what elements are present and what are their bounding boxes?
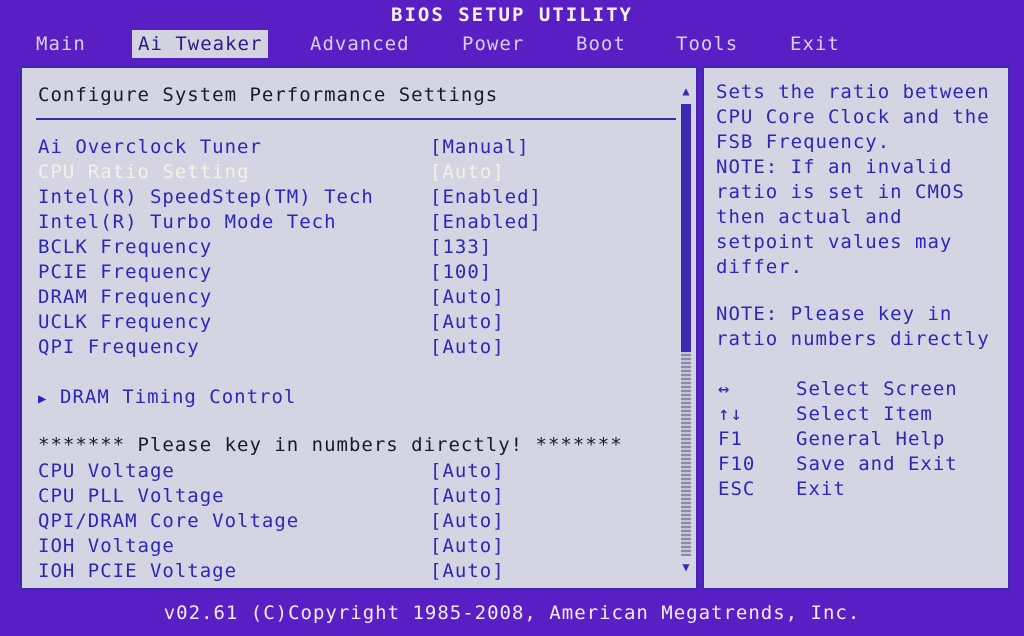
key-hint-select-screen: ↔ Select Screen xyxy=(718,378,998,403)
setting-bclk-frequency[interactable]: BCLK Frequency [133] xyxy=(38,236,678,260)
setting-qpi-frequency[interactable]: QPI Frequency [Auto] xyxy=(38,336,678,360)
tab-boot[interactable]: Boot xyxy=(570,30,632,58)
setting-value: [100] xyxy=(430,261,493,283)
setting-label: Intel(R) SpeedStep(TM) Tech xyxy=(38,186,374,208)
setting-pcie-frequency[interactable]: PCIE Frequency [100] xyxy=(38,261,678,285)
key-description: Save and Exit xyxy=(796,453,958,475)
setting-dram-frequency[interactable]: DRAM Frequency [Auto] xyxy=(38,286,678,310)
setting-value: [Auto] xyxy=(430,510,505,532)
menu-bar: Main Ai Tweaker Advanced Power Boot Tool… xyxy=(18,30,1010,58)
arrows-left-right-icon: ↔ xyxy=(718,378,731,400)
setting-cpu-pll-voltage[interactable]: CPU PLL Voltage [Auto] xyxy=(38,485,678,509)
settings-panel: Configure System Performance Settings Ai… xyxy=(20,66,698,590)
tab-exit[interactable]: Exit xyxy=(784,30,846,58)
section-title: Configure System Performance Settings xyxy=(38,84,499,106)
setting-speedstep[interactable]: Intel(R) SpeedStep(TM) Tech [Enabled] xyxy=(38,186,678,210)
submenu-label: DRAM Timing Control xyxy=(60,386,297,408)
setting-label: QPI/DRAM Core Voltage xyxy=(38,510,300,532)
key-description: Select Item xyxy=(796,403,933,425)
setting-value: [Auto] xyxy=(430,560,505,582)
key-name: F1 xyxy=(718,428,743,450)
key-description: General Help xyxy=(796,428,946,450)
scroll-thumb[interactable] xyxy=(681,104,691,352)
triangle-right-icon: ▶ xyxy=(38,391,48,407)
setting-label: CPU Voltage xyxy=(38,460,175,482)
tab-power[interactable]: Power xyxy=(456,30,530,58)
setting-value: [Auto] xyxy=(430,161,505,183)
key-hint-save-exit: F10 Save and Exit xyxy=(718,453,998,478)
setting-value: [Enabled] xyxy=(430,186,542,208)
scroll-up-icon[interactable]: ▲ xyxy=(678,84,694,98)
tab-ai-tweaker[interactable]: Ai Tweaker xyxy=(132,30,269,58)
setting-label: UCLK Frequency xyxy=(38,311,213,333)
setting-ioh-voltage[interactable]: IOH Voltage [Auto] xyxy=(38,535,678,559)
help-panel: Sets the ratio between CPU Core Clock an… xyxy=(702,66,1010,590)
key-name: F10 xyxy=(718,453,756,475)
scrollbar[interactable]: ▲ ▼ xyxy=(678,84,694,576)
setting-value: [Auto] xyxy=(430,311,505,333)
bios-screen: BIOS SETUP UTILITY Main Ai Tweaker Advan… xyxy=(0,0,1024,636)
setting-value: [Manual] xyxy=(430,136,530,158)
key-hint-select-item: ↑↓ Select Item xyxy=(718,403,998,428)
section-divider xyxy=(36,118,676,120)
tab-main[interactable]: Main xyxy=(30,30,92,58)
setting-label: PCIE Frequency xyxy=(38,261,213,283)
setting-label: IOH PCIE Voltage xyxy=(38,560,238,582)
setting-label: BCLK Frequency xyxy=(38,236,213,258)
scroll-down-icon[interactable]: ▼ xyxy=(678,560,694,574)
help-note: NOTE: Please key in ratio numbers direct… xyxy=(716,303,990,350)
setting-value: [Auto] xyxy=(430,535,505,557)
setting-ioh-pcie-voltage[interactable]: IOH PCIE Voltage [Auto] xyxy=(38,560,678,584)
setting-label: QPI Frequency xyxy=(38,336,200,358)
help-description: Sets the ratio between CPU Core Clock an… xyxy=(716,81,990,278)
key-hint-general-help: F1 General Help xyxy=(718,428,998,453)
submenu-dram-timing-control[interactable]: ▶ DRAM Timing Control xyxy=(38,386,296,408)
setting-qpi-dram-core-voltage[interactable]: QPI/DRAM Core Voltage [Auto] xyxy=(38,510,678,534)
key-description: Exit xyxy=(796,478,846,500)
setting-cpu-voltage[interactable]: CPU Voltage [Auto] xyxy=(38,460,678,484)
setting-value: [Auto] xyxy=(430,336,505,358)
tab-tools[interactable]: Tools xyxy=(670,30,744,58)
setting-label: CPU PLL Voltage xyxy=(38,485,225,507)
setting-value: [Auto] xyxy=(430,485,505,507)
setting-label: Intel(R) Turbo Mode Tech xyxy=(38,211,337,233)
copyright-footer: v02.61 (C)Copyright 1985-2008, American … xyxy=(163,602,861,624)
app-title: BIOS SETUP UTILITY xyxy=(391,4,633,26)
setting-label: IOH Voltage xyxy=(38,535,175,557)
setting-turbo-mode[interactable]: Intel(R) Turbo Mode Tech [Enabled] xyxy=(38,211,678,235)
setting-cpu-ratio[interactable]: CPU Ratio Setting [Auto] xyxy=(38,161,678,185)
key-hint-exit: ESC Exit xyxy=(718,478,998,503)
setting-value: [Auto] xyxy=(430,460,505,482)
setting-label: Ai Overclock Tuner xyxy=(38,136,262,158)
tab-advanced[interactable]: Advanced xyxy=(304,30,416,58)
setting-value: [133] xyxy=(430,236,493,258)
voltage-note: ******* Please key in numbers directly! … xyxy=(38,434,623,456)
setting-label: CPU Ratio Setting xyxy=(38,161,250,183)
arrows-up-down-icon: ↑↓ xyxy=(718,403,743,425)
setting-value: [Enabled] xyxy=(430,211,542,233)
setting-value: [Auto] xyxy=(430,286,505,308)
key-description: Select Screen xyxy=(796,378,958,400)
setting-uclk-frequency[interactable]: UCLK Frequency [Auto] xyxy=(38,311,678,335)
setting-label: DRAM Frequency xyxy=(38,286,213,308)
setting-ai-overclock-tuner[interactable]: Ai Overclock Tuner [Manual] xyxy=(38,136,678,160)
key-name: ESC xyxy=(718,478,756,500)
